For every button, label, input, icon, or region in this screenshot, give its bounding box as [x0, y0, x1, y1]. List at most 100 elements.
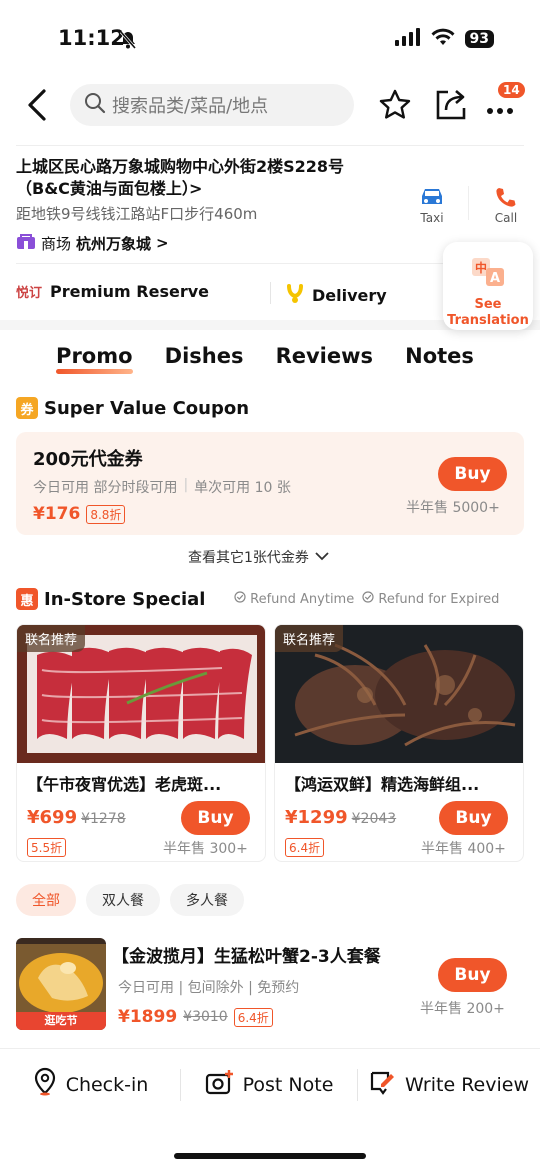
- coupon-conditions-row: 今日可用 部分时段可用 | 单次可用 10 张: [33, 477, 291, 497]
- see-translation-button[interactable]: 中A See Translation: [443, 242, 533, 330]
- notification-badge: 14: [498, 82, 525, 98]
- location-pin-icon: [32, 1067, 58, 1102]
- svg-text:A: A: [490, 271, 500, 286]
- filter-all[interactable]: 全部: [16, 884, 76, 916]
- more-coupons-link[interactable]: 查看其它1张代金券: [188, 547, 329, 567]
- tab-notes[interactable]: Notes: [405, 344, 474, 368]
- package-title[interactable]: 【金波揽月】生猛松叶蟹2-3人套餐: [112, 942, 381, 967]
- wifi-icon: [431, 28, 455, 50]
- card-discount: 6.4折: [285, 838, 325, 857]
- special-title: In-Store Special: [44, 588, 206, 610]
- more-coupons-label: 查看其它1张代金券: [188, 550, 309, 566]
- premium-reserve[interactable]: Premium Reserve: [50, 282, 209, 301]
- coupon-conditions: 今日可用 部分时段可用: [33, 480, 178, 496]
- star-icon[interactable]: [378, 88, 412, 126]
- card-discount: 5.5折: [27, 838, 67, 857]
- status-time: 11:12: [58, 26, 125, 50]
- tab-dishes[interactable]: Dishes: [165, 344, 244, 368]
- shop-address[interactable]: 上城区民心路万象城购物中心外街2楼S228号（B&C黄油与面包楼上）: [16, 156, 396, 200]
- home-indicator[interactable]: [174, 1153, 366, 1159]
- phone-icon: [494, 188, 518, 211]
- package-original-price: ¥3010: [183, 1009, 228, 1025]
- package-discount: 6.4折: [233, 1007, 273, 1027]
- check-circle-icon: [362, 591, 378, 607]
- service-divider: [468, 186, 469, 220]
- coupon-limit: 单次可用 10 张: [194, 480, 291, 496]
- card-buy-button[interactable]: Buy: [181, 801, 250, 835]
- filter-two-person[interactable]: 双人餐: [86, 884, 160, 916]
- package-conditions: 今日可用 | 包间除外 | 免预约: [118, 980, 300, 996]
- card-price-row: ¥699 ¥1278: [27, 807, 126, 828]
- card-title: 【午市夜宵优选】老虎斑...: [27, 775, 222, 794]
- deal-card[interactable]: 联名推荐 【鸿运双鲜】精选海鲜组... ¥1299 ¥2043 6.4折 Buy…: [274, 624, 524, 862]
- deal-card[interactable]: 联名推荐 【午市夜宵优选】老虎斑... ¥699 ¥1278 5.5折 Buy …: [16, 624, 266, 862]
- chevron-right-icon: >: [189, 179, 203, 198]
- lobster-image: 联名推荐: [275, 625, 523, 763]
- beef-image: 联名推荐: [17, 625, 265, 763]
- coupon-sold: 半年售 5000+: [406, 500, 500, 516]
- signal-icon: [394, 28, 421, 50]
- check-in-button[interactable]: Check-in: [0, 1067, 180, 1102]
- coupon-price: ¥176: [33, 504, 81, 524]
- search-icon: [84, 92, 106, 119]
- tab-reviews[interactable]: Reviews: [276, 344, 373, 368]
- card-original-price: ¥2043: [351, 811, 397, 827]
- card-title: 【鸿运双鲜】精选海鲜组...: [285, 775, 480, 794]
- refund-anytime: Refund Anytime: [234, 591, 354, 607]
- card-tag: 联名推荐: [17, 625, 86, 652]
- translate-icon: 中A: [443, 256, 533, 293]
- coupon-buy-button[interactable]: Buy: [438, 457, 507, 491]
- card-buy-button[interactable]: Buy: [439, 801, 508, 835]
- coupon-section-title: 券 Super Value Coupon: [16, 397, 249, 419]
- battery-indicator: 93: [464, 30, 494, 48]
- coupon-card[interactable]: 200元代金券 今日可用 部分时段可用 | 单次可用 10 张 ¥176 8.8…: [16, 432, 524, 535]
- features-divider: [270, 282, 271, 304]
- card-price-row: ¥1299 ¥2043: [285, 807, 396, 828]
- mall-link[interactable]: 商场 杭州万象城 >: [16, 232, 169, 254]
- card-price: ¥699: [27, 807, 78, 828]
- coupon-title: Super Value Coupon: [44, 397, 250, 419]
- delivery-label: Delivery: [312, 285, 387, 305]
- taxi-label: Taxi: [420, 211, 444, 225]
- edit-review-icon: [369, 1068, 397, 1101]
- back-button[interactable]: [24, 88, 50, 126]
- delivery-feature[interactable]: Delivery: [286, 282, 387, 308]
- taxi-button[interactable]: Taxi: [412, 186, 452, 225]
- search-placeholder: 搜索品类/菜品/地点: [112, 96, 269, 117]
- post-note-button[interactable]: Post Note: [181, 1068, 357, 1101]
- coupon-price-row: ¥176 8.8折: [33, 504, 126, 524]
- coupon-name: 200元代金券: [33, 449, 143, 470]
- check-circle-icon: [234, 591, 250, 607]
- metro-distance: 距地铁9号线钱江路站F口步行460m: [16, 205, 258, 223]
- filter-multi-person[interactable]: 多人餐: [170, 884, 244, 916]
- camera-plus-icon: [205, 1068, 235, 1101]
- delivery-icon: [286, 282, 304, 308]
- share-icon[interactable]: [434, 86, 468, 126]
- write-review-label: Write Review: [405, 1073, 529, 1096]
- more-icon[interactable]: [486, 100, 516, 119]
- card-tag: 联名推荐: [275, 625, 344, 652]
- refund-anytime-label: Refund Anytime: [250, 592, 355, 607]
- package-buy-button[interactable]: Buy: [438, 958, 507, 992]
- tab-promo[interactable]: Promo: [56, 344, 134, 374]
- header-divider: [16, 145, 524, 146]
- write-review-button[interactable]: Write Review: [358, 1068, 540, 1101]
- card-sold: 半年售 400+: [421, 841, 506, 857]
- coupon-icon: 券: [16, 397, 38, 419]
- call-button[interactable]: Call: [486, 186, 526, 225]
- card-sold: 半年售 300+: [163, 841, 248, 857]
- search-input[interactable]: 搜索品类/菜品/地点: [70, 84, 354, 126]
- package-price: ¥1899: [118, 1007, 178, 1027]
- package-image[interactable]: 逛吃节: [16, 938, 106, 1030]
- reserve-icon: 悦订: [16, 286, 43, 301]
- chevron-right-icon: >: [156, 234, 169, 252]
- filter-pills: 全部 双人餐 多人餐: [16, 884, 244, 916]
- special-section-title: 惠 In-Store Special: [16, 588, 205, 610]
- address-divider: [16, 263, 446, 264]
- translate-label-2: Translation: [447, 313, 529, 328]
- package-sold: 半年售 200+: [420, 1001, 505, 1017]
- card-original-price: ¥1278: [81, 811, 126, 827]
- refund-expired-label: Refund for Expired: [378, 592, 500, 607]
- refund-policies: Refund Anytime Refund for Expired: [234, 591, 499, 607]
- card-price: ¥1299: [285, 807, 348, 828]
